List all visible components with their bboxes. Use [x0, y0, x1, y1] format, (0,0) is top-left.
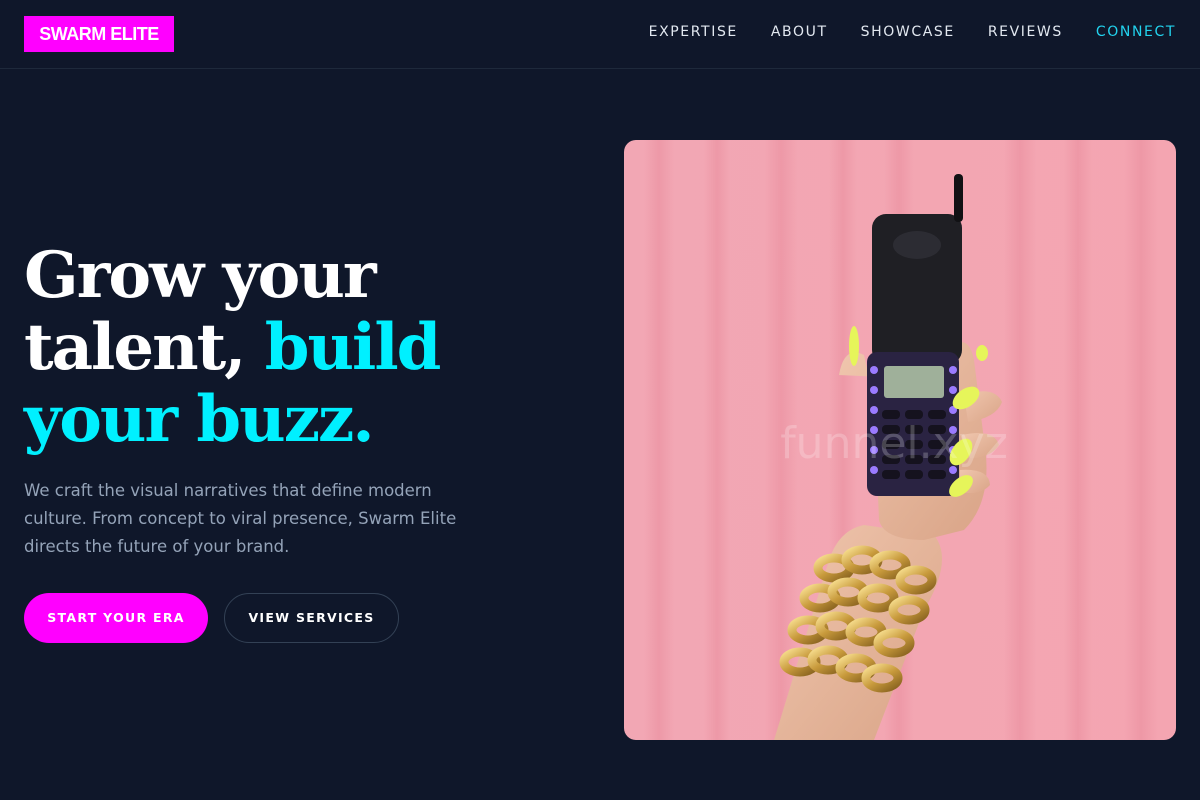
main-nav: EXPERTISE ABOUT SHOWCASE REVIEWS CONNECT — [616, 22, 1176, 42]
headline-line-2b: build — [264, 310, 442, 385]
top-navbar: SWARM ELITE EXPERTISE ABOUT SHOWCASE REV… — [0, 0, 1200, 69]
view-services-button[interactable]: VIEW SERVICES — [224, 593, 399, 643]
nav-link-connect[interactable]: CONNECT — [1096, 22, 1176, 42]
nav-link-reviews[interactable]: REVIEWS — [988, 22, 1063, 42]
headline-line-1: Grow your — [24, 238, 377, 313]
nav-link-expertise[interactable]: EXPERTISE — [649, 22, 738, 42]
start-your-era-button[interactable]: START YOUR ERA — [24, 593, 208, 643]
nav-link-about[interactable]: ABOUT — [771, 22, 828, 42]
hero-photo: funnel.xyz — [624, 140, 1176, 740]
headline-line-3: your buzz. — [24, 382, 375, 457]
hand-holding-phone-illustration: funnel.xyz — [624, 140, 1176, 740]
hero-description: We craft the visual narratives that defi… — [24, 481, 457, 556]
nav-link-showcase[interactable]: SHOWCASE — [861, 22, 955, 42]
hero-headline: Grow your talent, build your buzz. — [24, 240, 544, 456]
image-watermark: funnel.xyz — [780, 418, 1008, 469]
headline-line-2a: talent, — [24, 310, 265, 385]
brand-logo[interactable]: SWARM ELITE — [24, 16, 174, 52]
